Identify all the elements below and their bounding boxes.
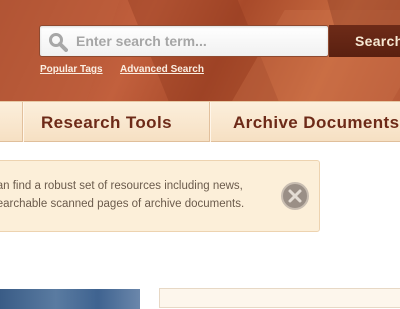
nav-item-research-tools[interactable]: Research Tools	[41, 102, 172, 142]
nav-divider	[22, 102, 23, 142]
info-text-line: can find a robust set of resources inclu…	[0, 180, 243, 192]
nav-divider	[209, 102, 210, 142]
search-button[interactable]: Search	[329, 25, 400, 57]
info-text-line: searchable scanned pages of archive docu…	[0, 198, 245, 210]
main-nav: Research Tools Archive Documents	[0, 101, 400, 142]
feature-panel	[159, 288, 400, 308]
info-notice: can find a robust set of resources inclu…	[0, 160, 320, 232]
feature-image[interactable]	[0, 289, 140, 309]
popular-tags-link[interactable]: Popular Tags	[40, 64, 103, 75]
close-button[interactable]	[281, 182, 309, 210]
search-icon	[48, 32, 68, 52]
header-banner: Search Popular Tags Advanced Search	[0, 0, 400, 101]
nav-item-archive-documents[interactable]: Archive Documents	[233, 102, 399, 142]
search-input[interactable]	[76, 26, 324, 56]
advanced-search-link[interactable]: Advanced Search	[120, 64, 204, 75]
search-box	[39, 25, 329, 57]
close-icon	[288, 189, 302, 203]
